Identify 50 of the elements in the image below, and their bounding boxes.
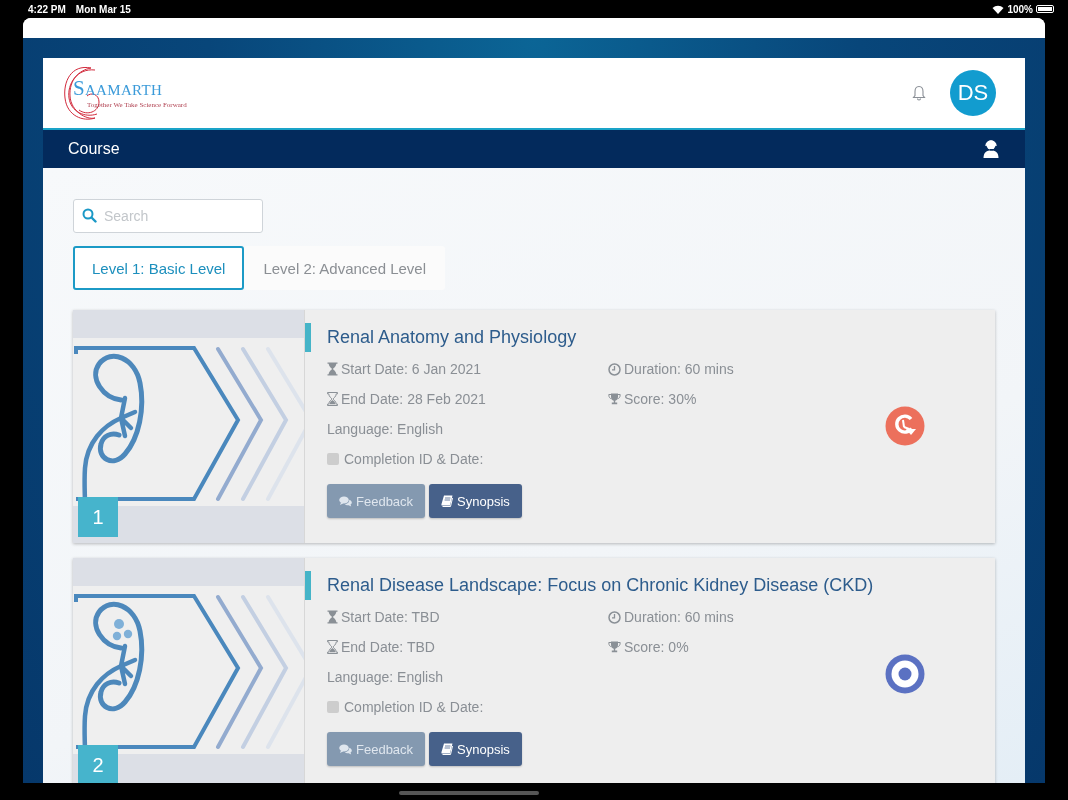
language-text: Language: English bbox=[327, 669, 443, 685]
battery-icon bbox=[1036, 5, 1054, 13]
clock-time: 4:22 PM bbox=[28, 3, 66, 15]
search-field[interactable]: Search bbox=[73, 199, 263, 233]
battery-percent: 100% bbox=[1007, 3, 1033, 15]
bell-icon[interactable] bbox=[912, 85, 926, 101]
comments-icon bbox=[339, 495, 352, 507]
synopsis-button[interactable]: Synopsis bbox=[429, 484, 522, 518]
title-accent-bar bbox=[305, 323, 311, 352]
completion-checkbox[interactable] bbox=[327, 453, 339, 465]
support-agent-icon[interactable] bbox=[983, 139, 999, 159]
course-title[interactable]: Renal Anatomy and Physiology bbox=[327, 327, 995, 348]
logo-text: SAAMARTH bbox=[73, 75, 164, 101]
language-text: Language: English bbox=[327, 421, 443, 437]
date-text: Mon Mar 15 bbox=[75, 3, 131, 15]
hourglass-icon bbox=[327, 392, 338, 406]
hourglass-icon bbox=[327, 640, 338, 654]
trophy-icon bbox=[608, 641, 621, 653]
end-date-text: End Date: TBD bbox=[341, 639, 435, 655]
completion-checkbox[interactable] bbox=[327, 701, 339, 713]
course-number-badge: 1 bbox=[78, 497, 118, 537]
duration-text: Duration: 60 mins bbox=[624, 609, 734, 625]
book-icon bbox=[441, 743, 454, 755]
completion-label: Completion ID & Date: bbox=[344, 699, 484, 715]
search-icon bbox=[82, 208, 97, 223]
comments-icon bbox=[339, 743, 352, 755]
trophy-icon bbox=[608, 393, 621, 405]
title-accent-bar bbox=[305, 571, 311, 600]
start-date-text: Start Date: TBD bbox=[341, 609, 440, 625]
level-tab[interactable]: Level 2: Advanced Level bbox=[244, 246, 446, 290]
score-text: Score: 30% bbox=[624, 391, 697, 407]
start-date-text: Start Date: 6 Jan 2021 bbox=[341, 361, 482, 377]
retake-status-icon[interactable] bbox=[885, 406, 925, 446]
completion-label: Completion ID & Date: bbox=[344, 451, 484, 467]
page-title: Course bbox=[68, 140, 121, 158]
book-icon bbox=[441, 495, 454, 507]
duration-text: Duration: 60 mins bbox=[624, 361, 734, 377]
score-text: Score: 0% bbox=[624, 639, 689, 655]
hourglass-icon bbox=[327, 362, 338, 376]
wifi-icon bbox=[992, 4, 1005, 14]
end-date-text: End Date: 28 Feb 2021 bbox=[341, 391, 486, 407]
user-avatar[interactable]: DS bbox=[950, 70, 996, 116]
clock-icon bbox=[608, 362, 621, 376]
course-title[interactable]: Renal Disease Landscape: Focus on Chronic Kidney Disease (CKD) bbox=[327, 575, 995, 596]
clock-icon bbox=[608, 610, 621, 624]
target-status-icon[interactable] bbox=[885, 654, 925, 694]
level-tab[interactable]: Level 1: Basic Level bbox=[73, 246, 245, 290]
hourglass-icon bbox=[327, 610, 338, 624]
course-number-badge: 2 bbox=[78, 745, 118, 783]
synopsis-button[interactable]: Synopsis bbox=[429, 732, 522, 766]
